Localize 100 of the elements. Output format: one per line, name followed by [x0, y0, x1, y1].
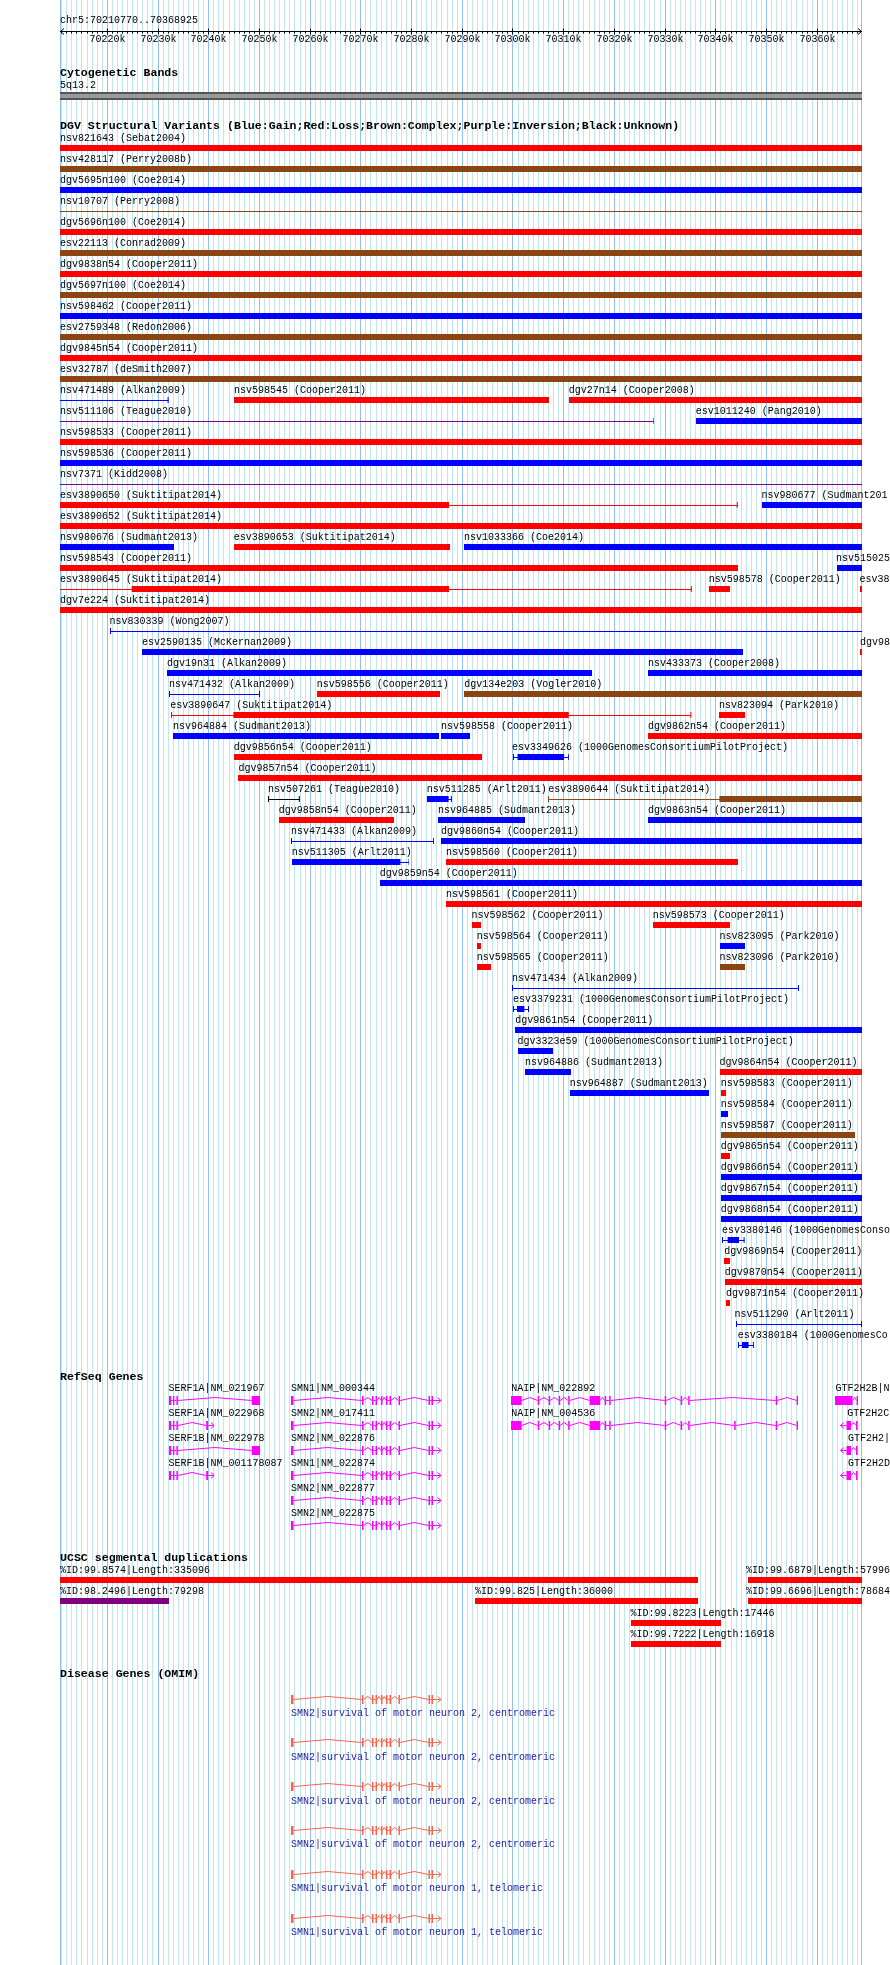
- variant-label: esv3380146 (1000GenomesConso: [722, 1224, 890, 1237]
- variant-label: nsv10707 (Perry2008): [60, 195, 181, 208]
- tick-label: 70260k: [292, 34, 329, 46]
- track-title: Disease Genes (OMIM): [60, 1667, 200, 1680]
- variant-label: nsv980677 (Sudmant201: [761, 489, 888, 502]
- variant-label: nsv433373 (Cooper2008): [648, 657, 781, 670]
- variant-label: nsv471434 (Alkan2009): [512, 972, 639, 985]
- gene-label: NAIP|NM_004536: [511, 1408, 596, 1420]
- gene-label: NAIP|NM_022892: [511, 1383, 596, 1395]
- variant-label: dgv9863n54 (Cooper2011): [648, 804, 787, 817]
- variant-label: dgv7e224 (Suktitipat2014): [60, 594, 211, 607]
- tick-label: 70240k: [190, 34, 227, 46]
- gene-model-drawing: [840, 1420, 858, 1430]
- tick-label: 70230k: [140, 34, 177, 46]
- variant-label: nsv598545 (Cooper2011): [234, 384, 367, 397]
- variant-label: nsv964885 (Sudmant2013): [438, 804, 577, 817]
- variant-label: esv3890653 (Suktitipat2014): [233, 531, 396, 544]
- disease-gene-label: SMN1|survival of motor neuron 1, telomeric: [291, 1926, 544, 1940]
- variant-label: nsv598565 (Cooper2011): [476, 951, 609, 964]
- duplication-label: %ID:99.7222|Length:16918: [630, 1628, 775, 1642]
- variant-label: esv3890652 (Suktitipat2014): [60, 510, 223, 523]
- gene-model-drawing: [168, 1420, 215, 1430]
- variant-label: nsv471432 (Alkan2009): [169, 678, 296, 691]
- variant-label: nsv598584 (Cooper2011): [720, 1098, 853, 1111]
- variant-label: esv3379231 (1000GenomesConsortiumPilotProject): [513, 993, 790, 1006]
- gene-model-drawing: [840, 1445, 858, 1455]
- duplication-label: %ID:99.825|Length:36000: [475, 1585, 614, 1599]
- variant-label: dgv9864n54 (Cooper2011): [719, 1056, 858, 1069]
- variant-label: nsv7371 (Kidd2008): [60, 468, 169, 481]
- variant-label: nsv823095 (Park2010): [719, 930, 840, 943]
- variant-label: nsv428117 (Perry2008b): [60, 153, 193, 166]
- gene-label: SERF1A|NM_021967: [168, 1383, 265, 1395]
- gene-label: SMN1|NM_022874: [291, 1458, 375, 1470]
- variant-label: esv3890644 (Suktitipat2014): [548, 783, 711, 796]
- tick-label: 70300k: [494, 34, 531, 46]
- variant-label: esv1011240 (Pang2010): [695, 405, 822, 418]
- variant-label: nsv598578 (Cooper2011): [708, 573, 841, 586]
- disease-gene-label: SMN2|survival of motor neuron 2, centromeric: [291, 1794, 556, 1808]
- disease-gene-label: SMN2|survival of motor neuron 2, centromeric: [291, 1838, 556, 1852]
- track-title: RefSeq Genes: [60, 1371, 144, 1383]
- variant-label: nsv511106 (Teague2010): [60, 405, 193, 418]
- variant-label: esv2759348 (Redon2006): [60, 321, 193, 334]
- variant-label: nsv598462 (Cooper2011): [60, 300, 193, 313]
- tick-label: 70250k: [241, 34, 278, 46]
- variant-label: nsv471489 (Alkan2009): [60, 384, 187, 397]
- variant-label: esv3349626 (1000GenomesConsortiumPilotProject): [512, 741, 789, 754]
- variant-label: nsv598533 (Cooper2011): [60, 426, 193, 439]
- variant-label: nsv598556 (Cooper2011): [316, 678, 449, 691]
- variant-label: esv3890645 (Suktitipat2014): [60, 573, 223, 586]
- gene-model-drawing: [168, 1470, 215, 1480]
- gene-label: SMN2|NM_022877: [291, 1483, 375, 1495]
- variant-label: nsv598561 (Cooper2011): [446, 888, 579, 901]
- variant-label: dgv9868n54 (Cooper2011): [720, 1203, 859, 1216]
- variant-label: nsv511290 (Arlt2011): [734, 1308, 855, 1321]
- variant-label: dgv9838n54 (Cooper2011): [60, 258, 199, 271]
- tick-label: 70280k: [393, 34, 430, 46]
- gene-model-drawing: [835, 1395, 859, 1405]
- gene-model-drawing: [840, 1470, 858, 1480]
- band-label: 5q13.2: [60, 79, 96, 92]
- tick-label: 70270k: [342, 34, 379, 46]
- variant-label: nsv598536 (Cooper2011): [60, 447, 193, 460]
- variant-label: nsv980676 (Sudmant2013): [60, 531, 199, 544]
- duplication-label: %ID:99.8574|Length:335096: [60, 1564, 211, 1577]
- variant-label: esv32787 (deSmith2007): [60, 363, 193, 376]
- variant-label: dgv9865n54 (Cooper2011): [720, 1140, 859, 1153]
- variant-label: dgv98: [860, 636, 890, 649]
- variant-label: dgv5696n100 (Coe2014): [60, 216, 187, 229]
- variant-label: dgv27n14 (Cooper2008): [568, 384, 695, 397]
- variant-label: dgv9845n54 (Cooper2011): [60, 342, 199, 355]
- variant-label: dgv5695n100 (Coe2014): [60, 174, 187, 187]
- variant-label: nsv830339 (Wong2007): [109, 615, 230, 628]
- duplication-label: %ID:99.6696|Length:78684: [746, 1585, 890, 1599]
- duplication-label: %ID:99.8223|Length:17446: [630, 1606, 775, 1620]
- variant-label: nsv511305 (Arlt2011): [291, 846, 412, 859]
- track-title: DGV Structural Variants (Blue:Gain;Red:Loss;Brown:Complex;Purple:Inversion;Black:Unknown): [60, 120, 680, 132]
- gene-label: GTF2H2|: [848, 1433, 890, 1445]
- variant-label: nsv964886 (Sudmant2013): [525, 1056, 664, 1069]
- variant-label: nsv507261 (Teague2010): [268, 783, 401, 796]
- tick-label: 70330k: [647, 34, 684, 46]
- variant-label: dgv9860n54 (Cooper2011): [441, 825, 580, 838]
- variant-label: nsv823096 (Park2010): [719, 951, 840, 964]
- track-title: Cytogenetic Bands: [60, 67, 179, 79]
- variant-label: dgv9866n54 (Cooper2011): [720, 1161, 859, 1174]
- variant-label: nsv598543 (Cooper2011): [60, 552, 193, 565]
- variant-label: nsv598573 (Cooper2011): [652, 909, 785, 922]
- variant-label: nsv964884 (Sudmant2013): [173, 720, 312, 733]
- variant-label: esv22113 (Conrad2009): [60, 237, 187, 250]
- tick-label: 70350k: [748, 34, 785, 46]
- variant-label: dgv9862n54 (Cooper2011): [648, 720, 787, 733]
- gene-label: SMN2|NM_017411: [291, 1408, 375, 1420]
- variant-label: dgv3323e59 (1000GenomesConsortiumPilotProject): [517, 1035, 794, 1048]
- gene-label: SERF1A|NM_022968: [168, 1408, 265, 1420]
- variant-label: esv3890647 (Suktitipat2014): [170, 699, 333, 712]
- variant-label: nsv511285 (Arlt2011): [426, 783, 547, 796]
- duplication-label: %ID:99.6879|Length:57996: [746, 1564, 890, 1577]
- gene-label: SMN2|NM_022876: [291, 1433, 375, 1445]
- gene-label: GTF2H2D: [848, 1458, 890, 1470]
- variant-label: dgv9861n54 (Cooper2011): [515, 1014, 654, 1027]
- region-label: chr5:70210770..70368925: [60, 15, 199, 27]
- variant-label: nsv598562 (Cooper2011): [471, 909, 604, 922]
